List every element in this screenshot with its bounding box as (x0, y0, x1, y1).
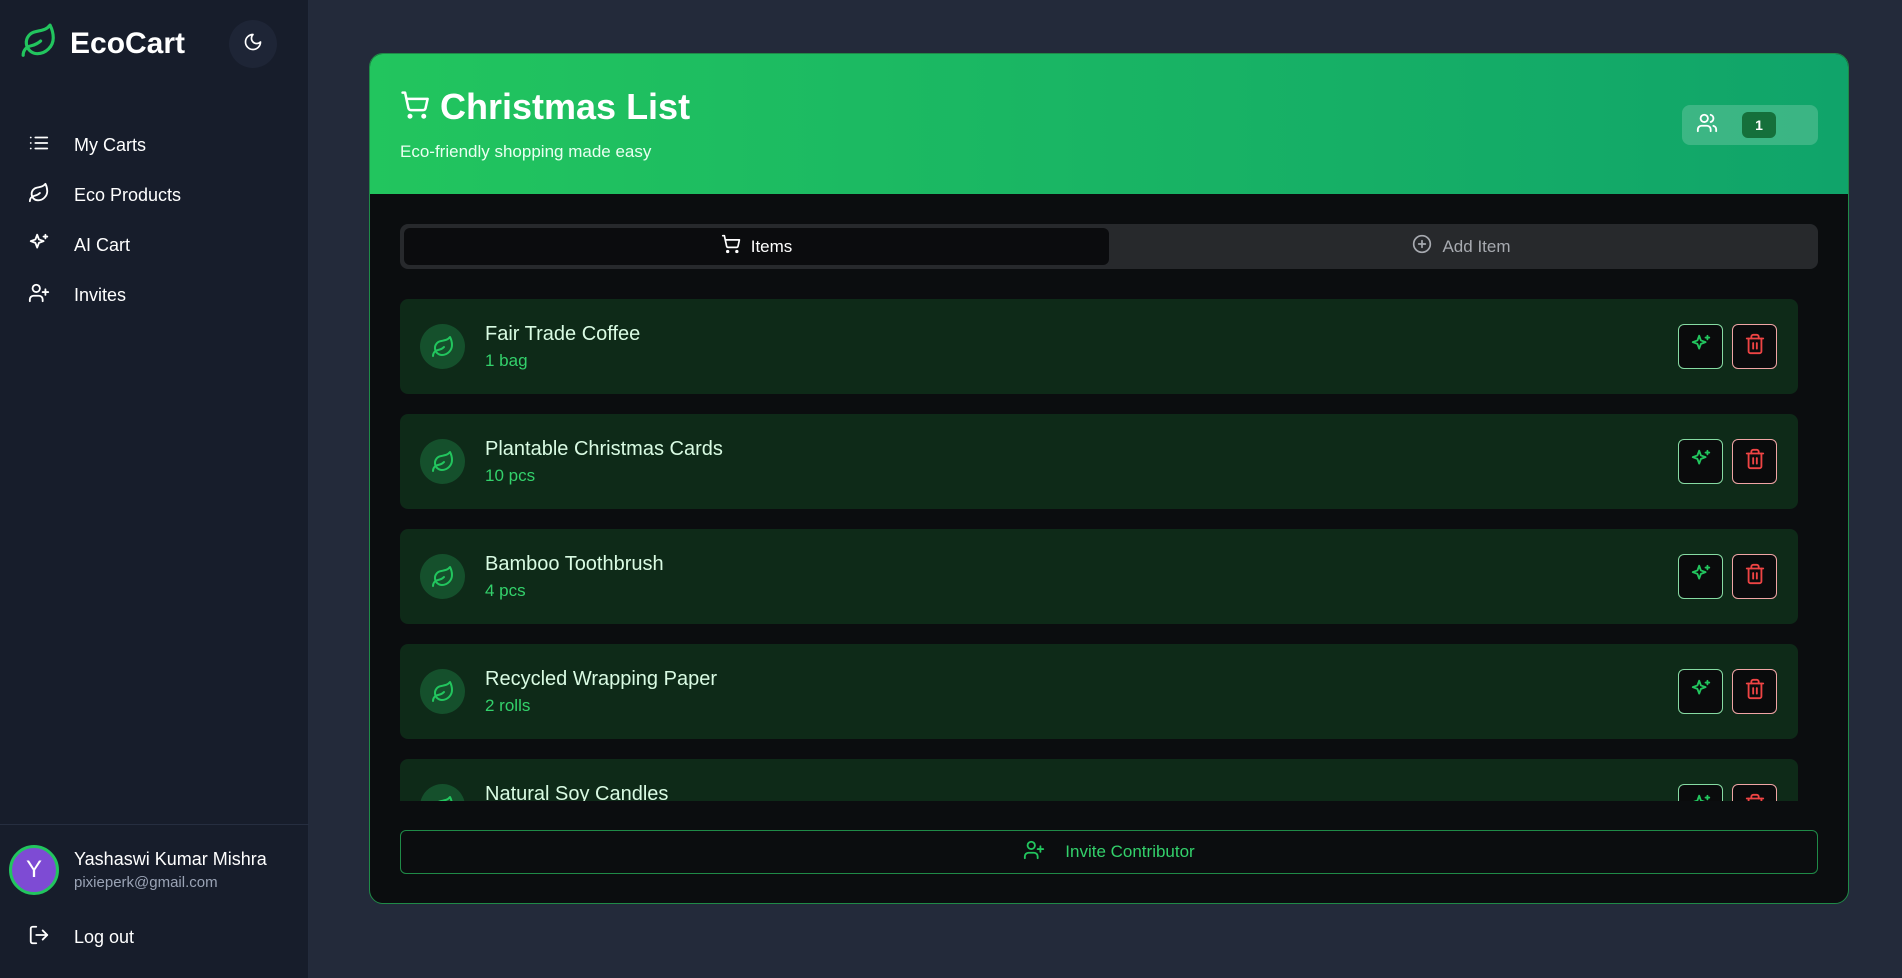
sidebar-item-label: AI Cart (74, 234, 131, 255)
trash-icon (1744, 793, 1766, 801)
moon-icon (243, 32, 263, 57)
sidebar-nav: My Carts Eco Products AI Cart Invites (0, 120, 309, 320)
list-item: Plantable Christmas Cards 10 pcs (400, 414, 1798, 509)
sidebar-divider (0, 824, 309, 825)
sidebar-item-ai-cart[interactable]: AI Cart (0, 220, 309, 270)
users-icon (1696, 112, 1718, 139)
cart-title: Christmas List (440, 86, 691, 127)
tab-add-item[interactable]: Add Item (1109, 228, 1814, 265)
delete-item-button[interactable] (1732, 554, 1777, 599)
brand[interactable]: EcoCart (20, 22, 185, 65)
user-info: Yashaswi Kumar Mishra pixieperk@gmail.co… (74, 849, 267, 891)
list-item: Natural Soy Candles (400, 759, 1798, 801)
item-name: Fair Trade Coffee (485, 323, 641, 345)
trash-icon (1744, 678, 1766, 705)
logout-label: Log out (74, 927, 135, 947)
item-quantity: 10 pcs (485, 466, 536, 485)
sidebar-item-eco-products[interactable]: Eco Products (0, 170, 309, 220)
leaf-icon (420, 324, 465, 369)
sidebar-item-invites[interactable]: Invites (0, 270, 309, 320)
sidebar-item-label: Invites (74, 284, 127, 305)
shopping-cart-icon (400, 90, 440, 125)
delete-item-button[interactable] (1732, 324, 1777, 369)
cart-header: Christmas List Eco-friendly shopping mad… (370, 54, 1848, 194)
sparkles-icon (1690, 563, 1712, 590)
leaf-icon (420, 669, 465, 714)
contributors-badge[interactable]: 1 (1682, 105, 1818, 145)
tab-label: Add Item (1442, 236, 1511, 256)
item-quantity: 4 pcs (485, 581, 526, 600)
sidebar: EcoCart My Carts Eco Products AI Cart In… (0, 0, 309, 978)
delete-item-button[interactable] (1732, 439, 1777, 484)
item-name: Recycled Wrapping Paper (485, 668, 717, 690)
shopping-cart-icon (721, 234, 751, 259)
sparkles-icon (28, 232, 74, 259)
plus-circle-icon (1412, 234, 1442, 259)
trash-icon (1744, 448, 1766, 475)
item-name: Plantable Christmas Cards (485, 438, 723, 460)
leaf-icon (28, 182, 74, 209)
cart-card: Christmas List Eco-friendly shopping mad… (369, 53, 1849, 904)
list-item: Recycled Wrapping Paper 2 rolls (400, 644, 1798, 739)
theme-toggle-button[interactable] (229, 20, 277, 68)
trash-icon (1744, 333, 1766, 360)
leaf-icon (420, 439, 465, 484)
ai-suggest-button[interactable] (1678, 439, 1723, 484)
leaf-icon (420, 554, 465, 599)
tab-label: Items (750, 236, 793, 256)
cart-tabs: Items Add Item (400, 224, 1818, 269)
item-name: Natural Soy Candles (485, 783, 669, 801)
item-quantity: 2 rolls (485, 696, 531, 715)
list-item: Bamboo Toothbrush 4 pcs (400, 529, 1798, 624)
ai-suggest-button[interactable] (1678, 669, 1723, 714)
items-list[interactable]: Fair Trade Coffee 1 bag Plantable Christ… (400, 299, 1820, 801)
list-icon (28, 132, 74, 159)
item-quantity: 1 bag (485, 351, 528, 370)
logout-icon (28, 924, 74, 951)
sidebar-item-label: Eco Products (74, 184, 182, 205)
sparkles-icon (1690, 333, 1712, 360)
invite-contributor-button[interactable]: Invite Contributor (400, 830, 1818, 874)
sidebar-item-my-carts[interactable]: My Carts (0, 120, 309, 170)
logout-button[interactable]: Log out (28, 924, 134, 951)
user-plus-icon (1023, 839, 1065, 866)
sidebar-item-label: My Carts (74, 134, 146, 155)
brand-name: EcoCart (70, 26, 186, 60)
user-email: pixieperk@gmail.com (74, 874, 218, 891)
leaf-logo-icon (20, 22, 58, 65)
list-item: Fair Trade Coffee 1 bag (400, 299, 1798, 394)
trash-icon (1744, 563, 1766, 590)
user-name: Yashaswi Kumar Mishra (74, 849, 267, 869)
avatar: Y (9, 845, 59, 895)
leaf-icon (420, 784, 465, 801)
sparkles-icon (1690, 793, 1712, 801)
ai-suggest-button[interactable] (1678, 324, 1723, 369)
ai-suggest-button[interactable] (1678, 784, 1723, 801)
delete-item-button[interactable] (1732, 784, 1777, 801)
sparkles-icon (1690, 678, 1712, 705)
user-profile[interactable]: Y Yashaswi Kumar Mishra pixieperk@gmail.… (9, 845, 267, 895)
cart-subtitle: Eco-friendly shopping made easy (400, 142, 652, 161)
user-plus-icon (28, 282, 74, 309)
item-name: Bamboo Toothbrush (485, 553, 664, 575)
ai-suggest-button[interactable] (1678, 554, 1723, 599)
cart-title-row: Christmas List (400, 86, 690, 128)
sparkles-icon (1690, 448, 1712, 475)
delete-item-button[interactable] (1732, 669, 1777, 714)
contributors-count: 1 (1742, 112, 1776, 138)
invite-label: Invite Contributor (1065, 842, 1195, 861)
tab-items[interactable]: Items (404, 228, 1109, 265)
